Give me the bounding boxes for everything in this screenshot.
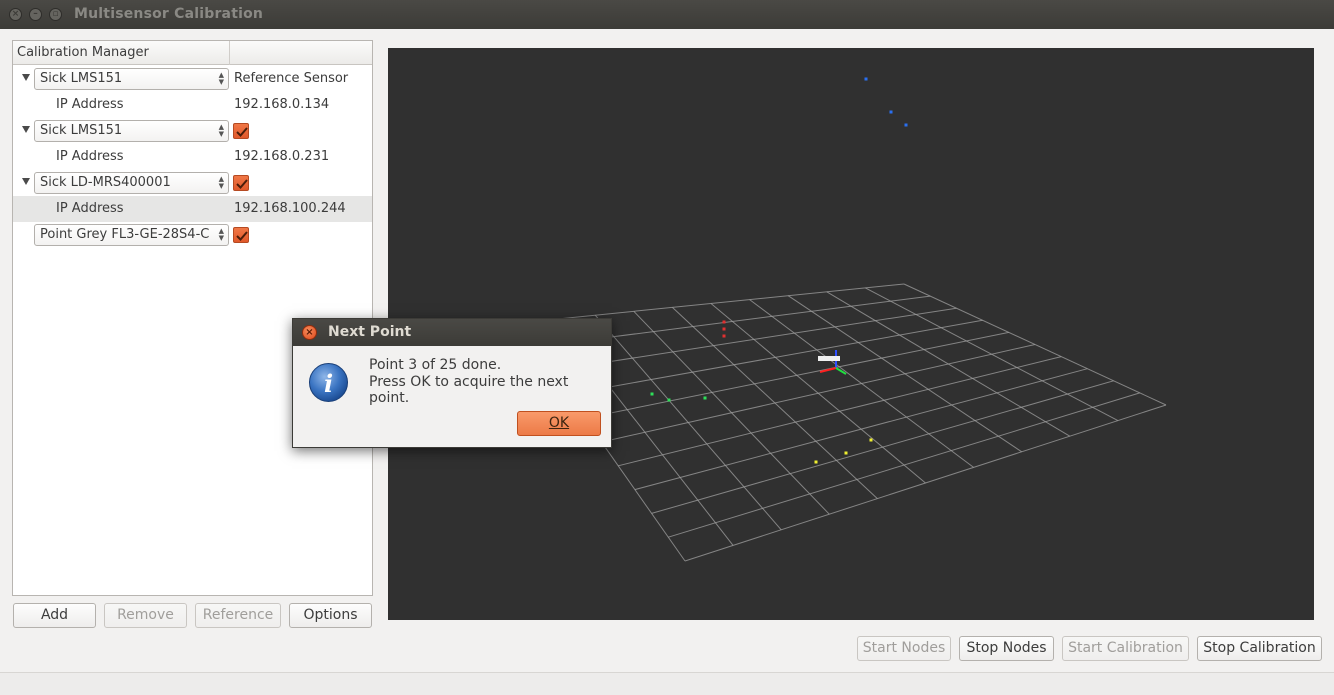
ok-button[interactable]: OK bbox=[517, 411, 601, 436]
sensor-combo[interactable]: Sick LMS151 ▲ ▼ bbox=[34, 68, 229, 90]
cloud-point bbox=[844, 451, 848, 455]
cloud-point bbox=[904, 123, 908, 127]
reference-button[interactable]: Reference bbox=[195, 603, 281, 628]
cloud-point bbox=[869, 438, 873, 442]
checkmark-icon bbox=[236, 179, 248, 189]
ip-label: IP Address bbox=[56, 201, 124, 216]
window-titlebar: × – ▫ Multisensor Calibration bbox=[0, 0, 1334, 29]
tree-row-sensor[interactable]: Sick LMS151 ▲ ▼ bbox=[13, 118, 372, 144]
start-nodes-button[interactable]: Start Nodes bbox=[857, 636, 951, 661]
tree-row-ip-selected[interactable]: IP Address 192.168.100.244 bbox=[13, 196, 372, 222]
minimize-window-icon[interactable]: – bbox=[29, 8, 42, 21]
window-title: Multisensor Calibration bbox=[74, 6, 264, 22]
spin-arrows-icon: ▲ ▼ bbox=[218, 227, 224, 242]
grid-line bbox=[618, 356, 1062, 467]
sensor-combo[interactable]: Point Grey FL3-GE-28S4-C ▲ ▼ bbox=[34, 224, 229, 246]
ip-value: 192.168.100.244 bbox=[234, 201, 346, 216]
spin-arrows-icon: ▲ ▼ bbox=[218, 175, 224, 190]
cloud-point bbox=[703, 396, 707, 400]
grid-line bbox=[668, 392, 1140, 538]
cloud-point bbox=[814, 460, 818, 464]
checkmark-icon bbox=[236, 127, 248, 137]
stop-calibration-button[interactable]: Stop Calibration bbox=[1197, 636, 1322, 661]
frame-label-marker bbox=[818, 356, 840, 361]
grid-line bbox=[634, 368, 1088, 491]
ip-value: 192.168.0.231 bbox=[234, 149, 330, 164]
tree-row-ip[interactable]: IP Address 192.168.0.231 bbox=[13, 144, 372, 170]
tree-row-sensor[interactable]: Sick LD-MRS400001 ▲ ▼ bbox=[13, 170, 372, 196]
ip-label: IP Address bbox=[56, 149, 124, 164]
info-icon: i bbox=[309, 363, 348, 402]
close-window-icon[interactable]: × bbox=[9, 8, 22, 21]
cloud-point bbox=[889, 110, 893, 114]
enable-checkbox[interactable] bbox=[233, 227, 249, 243]
cloud-point bbox=[667, 398, 671, 402]
spin-arrows-icon: ▲ ▼ bbox=[218, 123, 224, 138]
dialog-titlebar: × Next Point bbox=[293, 319, 611, 346]
enable-checkbox[interactable] bbox=[233, 123, 249, 139]
grid-line bbox=[826, 291, 1071, 437]
add-button[interactable]: Add bbox=[13, 603, 96, 628]
close-icon[interactable]: × bbox=[302, 325, 317, 340]
ip-value: 192.168.0.134 bbox=[234, 97, 330, 112]
sensor-combo[interactable]: Sick LD-MRS400001 ▲ ▼ bbox=[34, 172, 229, 194]
stop-nodes-button[interactable]: Stop Nodes bbox=[959, 636, 1054, 661]
sensor-combo[interactable]: Sick LMS151 ▲ ▼ bbox=[34, 120, 229, 142]
checkmark-icon bbox=[236, 231, 248, 241]
tree-row-sensor[interactable]: Sick LMS151 ▲ ▼ Reference Sensor bbox=[13, 66, 372, 92]
dialog-message-line1: Point 3 of 25 done. bbox=[369, 357, 502, 373]
cloud-point bbox=[722, 334, 726, 338]
tree-row-ip[interactable]: IP Address 192.168.0.134 bbox=[13, 92, 372, 118]
cloud-point bbox=[722, 320, 726, 324]
sensor-combo-value: Point Grey FL3-GE-28S4-C bbox=[40, 227, 210, 242]
enable-checkbox[interactable] bbox=[233, 175, 249, 191]
maximize-window-icon[interactable]: ▫ bbox=[49, 8, 62, 21]
tree-header: Calibration Manager bbox=[13, 41, 372, 65]
tree-header-label: Calibration Manager bbox=[17, 45, 149, 60]
reference-sensor-label: Reference Sensor bbox=[234, 71, 349, 86]
grid-line bbox=[903, 283, 1167, 406]
status-bar bbox=[0, 672, 1334, 695]
sensor-combo-value: Sick LMS151 bbox=[40, 71, 123, 86]
grid-line bbox=[787, 295, 1022, 453]
expand-arrow-icon[interactable] bbox=[22, 74, 30, 81]
cloud-point bbox=[722, 327, 726, 331]
sensor-combo-value: Sick LD-MRS400001 bbox=[40, 175, 171, 190]
cloud-point bbox=[650, 392, 654, 396]
expand-arrow-icon[interactable] bbox=[22, 178, 30, 185]
dialog-message-line2: Press OK to acquire the next point. bbox=[369, 374, 569, 406]
tree-row-sensor[interactable]: Point Grey FL3-GE-28S4-C ▲ ▼ bbox=[13, 222, 372, 248]
grid-line bbox=[749, 299, 974, 468]
options-button[interactable]: Options bbox=[289, 603, 372, 628]
cloud-point bbox=[864, 77, 868, 81]
ip-label: IP Address bbox=[56, 97, 124, 112]
header-separator bbox=[229, 41, 230, 65]
spin-arrows-icon: ▲ ▼ bbox=[218, 71, 224, 86]
sensor-combo-value: Sick LMS151 bbox=[40, 123, 123, 138]
start-calibration-button[interactable]: Start Calibration bbox=[1062, 636, 1189, 661]
expand-arrow-icon[interactable] bbox=[22, 126, 30, 133]
next-point-dialog[interactable]: × Next Point i Point 3 of 25 done. Press… bbox=[292, 318, 612, 448]
svg-text:i: i bbox=[324, 369, 333, 398]
remove-button[interactable]: Remove bbox=[104, 603, 187, 628]
dialog-title: Next Point bbox=[328, 324, 412, 340]
